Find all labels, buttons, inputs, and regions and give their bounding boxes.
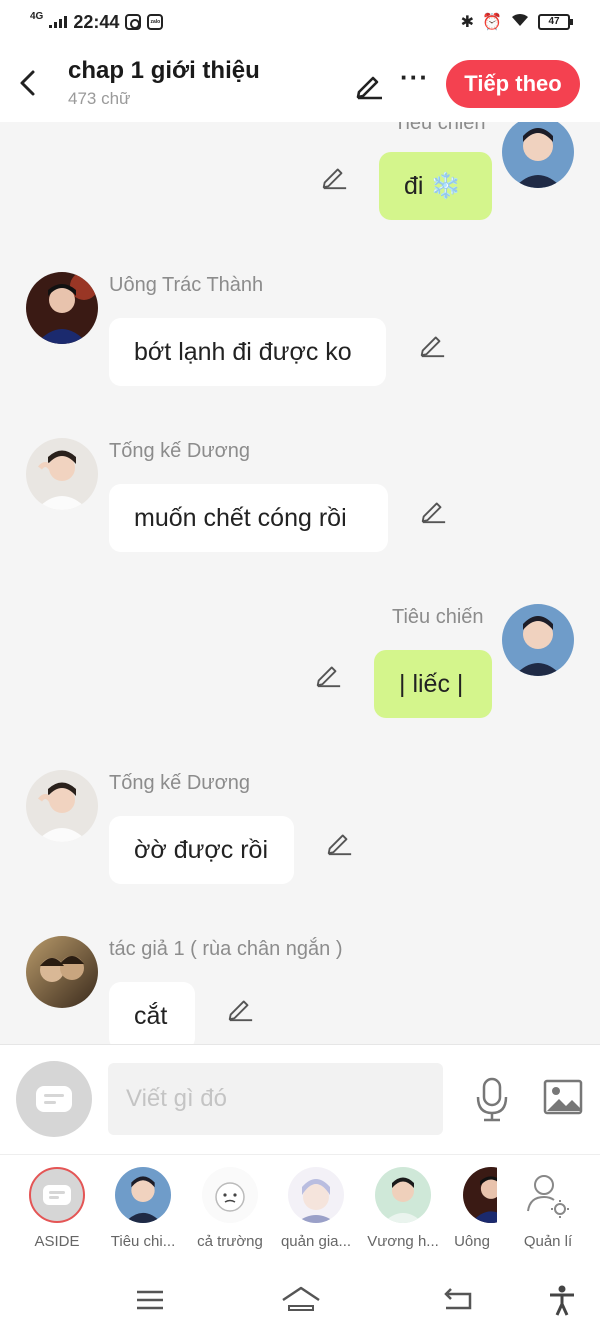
edit-message-button[interactable] (314, 660, 342, 688)
composer-bar (0, 1044, 600, 1154)
chapter-title[interactable]: chap 1 giới thiệu (68, 57, 260, 85)
home-icon (282, 1286, 320, 1311)
sender-name: Tống kế Dương (109, 440, 251, 462)
status-bar: 4G 22:44 zalo ✱ ⏰ 47 (0, 0, 600, 44)
instagram-icon (125, 14, 142, 30)
user-settings-icon (527, 1175, 569, 1218)
avatar-tieu-chien[interactable] (502, 604, 574, 676)
clock: 22:44 (73, 11, 120, 32)
image-button[interactable] (542, 1077, 584, 1117)
character-aside[interactable]: ASIDE (14, 1167, 100, 1250)
manage-characters-button[interactable]: Quản lí (505, 1167, 591, 1250)
edit-message-button[interactable] (325, 828, 353, 856)
character-avatar (202, 1167, 258, 1223)
character-quan-gia[interactable]: quản gia... (273, 1167, 359, 1250)
avatar-tong-ke-duong[interactable] (26, 438, 98, 510)
edit-message-button[interactable] (419, 496, 447, 524)
sender-name: tác giả 1 ( rùa chân ngắn ) (109, 938, 343, 960)
word-count: 473 chữ (68, 89, 131, 108)
microphone-icon (476, 1077, 508, 1122)
character-vuong[interactable]: Vương h... (360, 1167, 446, 1250)
chat-bubble-icon (36, 1086, 72, 1112)
pencil-icon (228, 1000, 253, 1022)
avatar-tac-gia[interactable] (26, 936, 98, 1008)
edit-message-button[interactable] (226, 994, 254, 1022)
sender-name: Tiêu chiến (394, 122, 486, 134)
pencil-icon (316, 666, 341, 688)
alarm-icon: ⏰ (482, 14, 502, 31)
character-tieu-chien[interactable]: Tiêu chi... (100, 1167, 186, 1250)
more-icon: ··· (400, 62, 429, 92)
chat-area[interactable]: Tiêu chiến đi ❄️ Uông Trác Thành bớt lạn… (0, 122, 600, 1044)
sender-name: Tống kế Dương (109, 772, 251, 794)
zalo-icon: zalo (147, 14, 164, 30)
chevron-left-icon (20, 70, 35, 96)
wifi-icon (510, 12, 530, 33)
character-avatar (520, 1167, 576, 1223)
message-bubble[interactable]: muốn chết cóng rồi (109, 484, 388, 552)
pencil-icon (327, 834, 352, 856)
back-arrow-icon (444, 1288, 472, 1310)
battery-icon: 47 (538, 14, 573, 30)
home-button[interactable] (280, 1284, 322, 1316)
sender-name: Tiêu chiến (392, 606, 484, 628)
character-label: cả trường (197, 1233, 263, 1250)
character-avatar (375, 1167, 431, 1223)
pencil-icon (322, 168, 347, 190)
bluetooth-icon: ✱ (460, 14, 475, 31)
edit-message-button[interactable] (320, 162, 348, 190)
chat-bubble-icon (43, 1185, 71, 1205)
character-label: Uông (454, 1233, 490, 1250)
message-input[interactable] (108, 1063, 443, 1135)
aside-avatar (29, 1167, 85, 1223)
message-bubble[interactable]: | liếc | (374, 650, 492, 718)
menu-button[interactable] (132, 1284, 168, 1316)
edit-message-button[interactable] (418, 330, 446, 358)
aside-toggle-button[interactable] (16, 1061, 92, 1137)
network-type: 4G (30, 10, 44, 22)
character-label: quản gia... (280, 1233, 352, 1250)
character-avatar (463, 1167, 497, 1223)
chapter-header: chap 1 giới thiệu 473 chữ ··· Tiếp theo (0, 44, 600, 122)
pencil-icon (420, 336, 445, 358)
system-nav-bar (0, 1264, 600, 1333)
signal-icon (49, 16, 68, 28)
next-button[interactable]: Tiếp theo (446, 60, 580, 108)
character-label: Quản lí (523, 1233, 573, 1250)
back-button[interactable] (0, 44, 54, 122)
pencil-icon (356, 76, 382, 100)
pencil-icon (421, 502, 446, 524)
more-options-button[interactable]: ··· (400, 64, 428, 98)
image-icon (543, 1079, 583, 1115)
sender-name: Uông Trác Thành (109, 274, 264, 296)
menu-icon (137, 1290, 163, 1310)
back-nav-button[interactable] (440, 1284, 476, 1316)
avatar-uong-trac-thanh[interactable] (26, 272, 98, 344)
message-bubble[interactable]: đi ❄️ (379, 152, 492, 220)
message-bubble[interactable]: bớt lạnh đi được ko (109, 318, 386, 386)
avatar-tong-ke-duong[interactable] (26, 770, 98, 842)
character-avatar (288, 1167, 344, 1223)
character-label: ASIDE (34, 1233, 80, 1250)
character-label: Tiêu chi... (110, 1233, 176, 1250)
character-uong[interactable]: Uông (447, 1167, 497, 1250)
message-bubble[interactable]: cắt (109, 982, 195, 1044)
edit-title-button[interactable] (354, 70, 384, 100)
character-label: Vương h... (367, 1233, 439, 1250)
character-bar: ASIDE Tiêu chi... cả trường quản gia... … (0, 1154, 600, 1264)
accessibility-icon (550, 1285, 574, 1316)
message-bubble[interactable]: ờờ được rồi (109, 816, 294, 884)
character-avatar (115, 1167, 171, 1223)
character-ca-truong[interactable]: cả trường (187, 1167, 273, 1250)
accessibility-button[interactable] (546, 1284, 582, 1316)
voice-button[interactable] (472, 1075, 512, 1123)
avatar-tieu-chien[interactable] (502, 122, 574, 188)
